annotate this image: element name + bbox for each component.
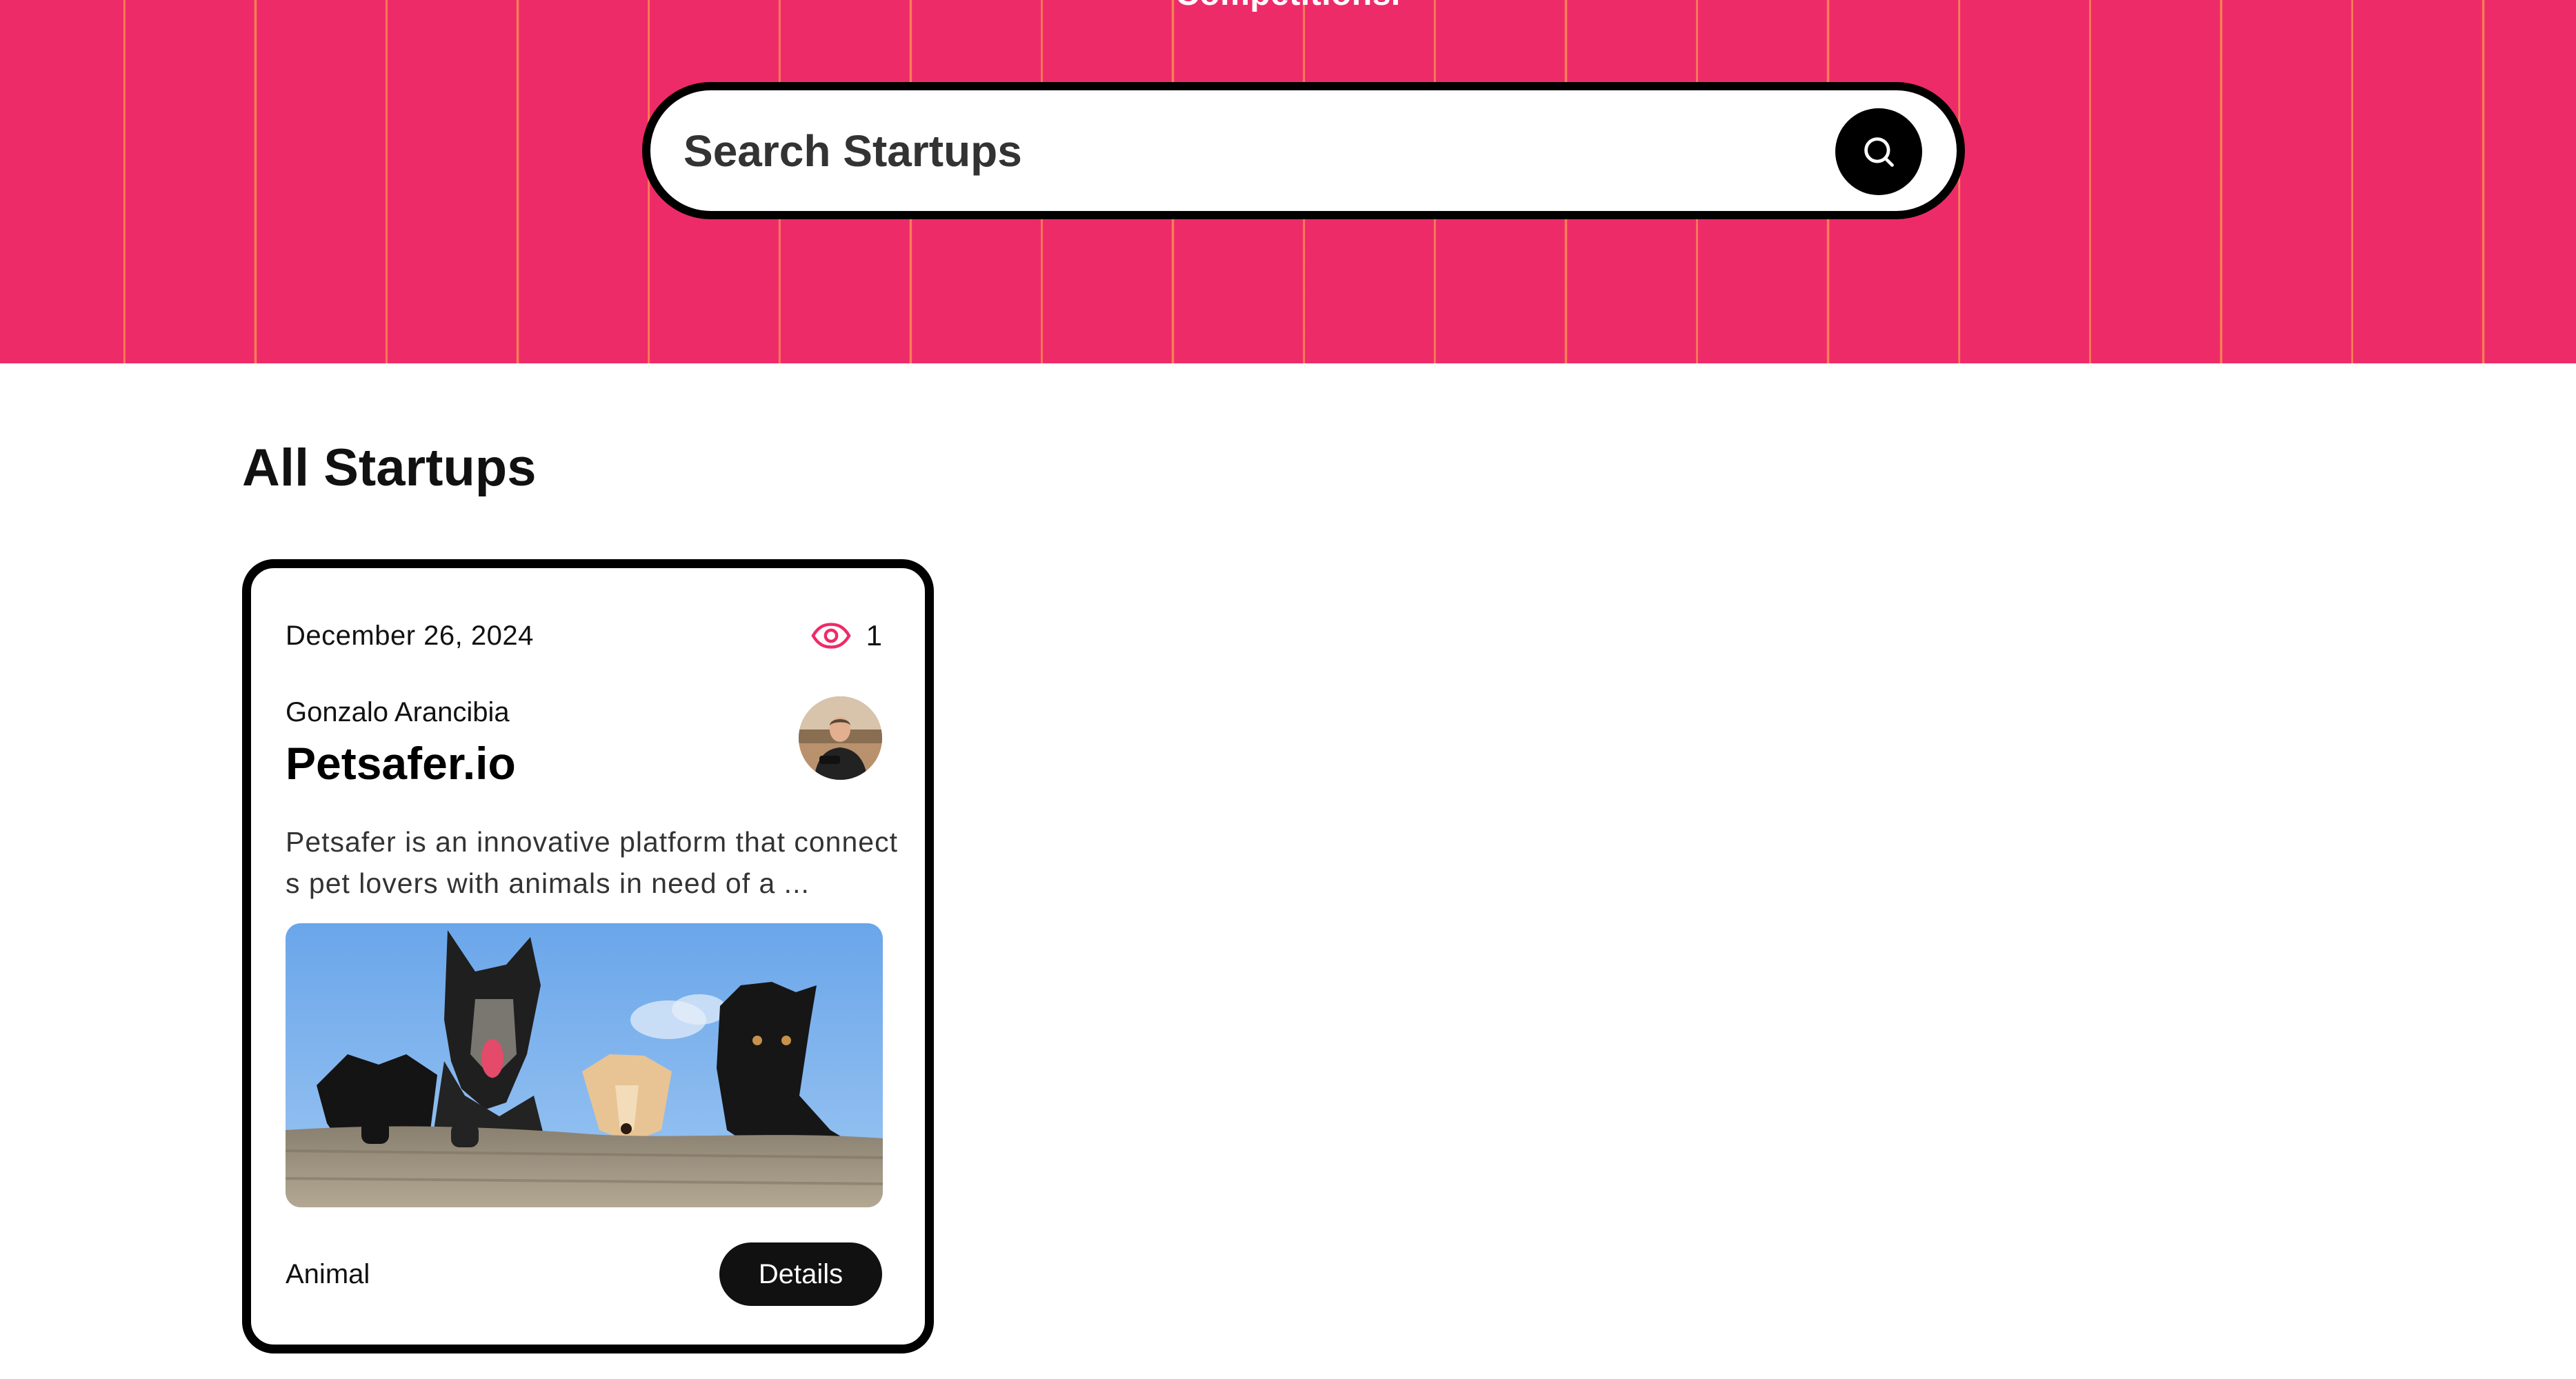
search-form xyxy=(642,82,1965,219)
search-icon xyxy=(1864,137,1894,167)
startup-card: December 26, 2024 1 Gonzalo Arancibia Pe… xyxy=(242,559,934,1353)
author-name[interactable]: Gonzalo Arancibia xyxy=(286,697,510,728)
hero-subtitle: Competitions. xyxy=(0,0,2576,13)
startup-category[interactable]: Animal xyxy=(286,1259,370,1290)
views-counter: 1 xyxy=(810,616,882,655)
search-input[interactable] xyxy=(683,90,1718,211)
startup-date: December 26, 2024 xyxy=(286,621,534,651)
startup-title[interactable]: Petsafer.io xyxy=(286,737,516,789)
views-count: 1 xyxy=(866,619,882,652)
startup-image[interactable] xyxy=(286,923,883,1207)
search-button[interactable] xyxy=(1835,108,1922,195)
hero-banner: Competitions. xyxy=(0,0,2576,363)
startup-description: Petsafer is an innovative platform that … xyxy=(286,826,898,899)
eye-icon xyxy=(810,623,851,649)
section-title: All Startups xyxy=(242,439,537,497)
details-button[interactable]: Details xyxy=(719,1242,882,1306)
author-avatar[interactable] xyxy=(799,696,882,780)
